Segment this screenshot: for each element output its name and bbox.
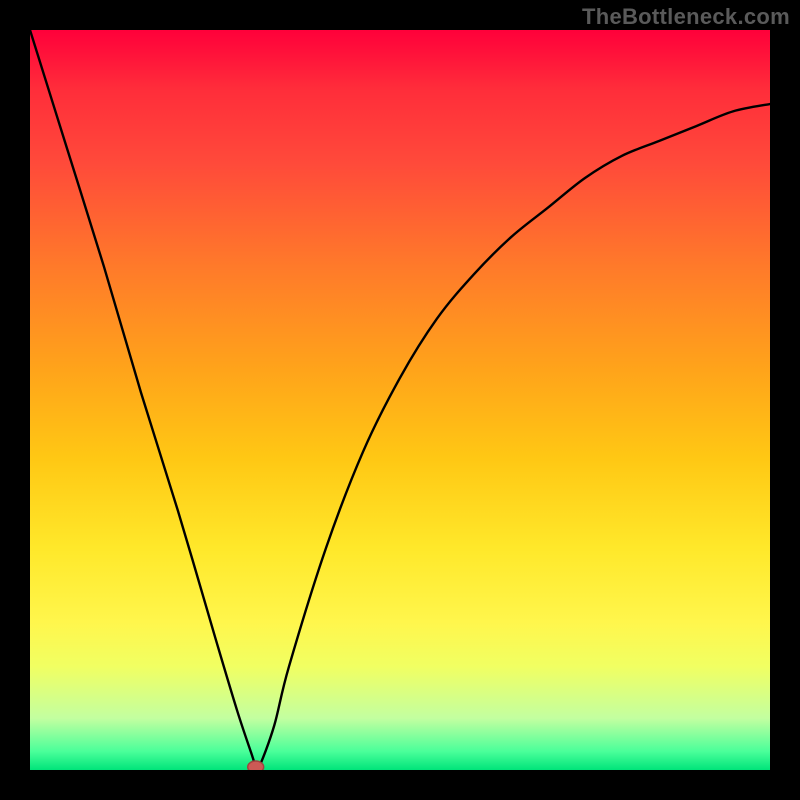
bottleneck-curve xyxy=(30,30,770,770)
chart-frame: TheBottleneck.com xyxy=(0,0,800,800)
min-marker xyxy=(248,761,264,770)
watermark-text: TheBottleneck.com xyxy=(582,4,790,30)
plot-area xyxy=(30,30,770,770)
chart-svg xyxy=(30,30,770,770)
